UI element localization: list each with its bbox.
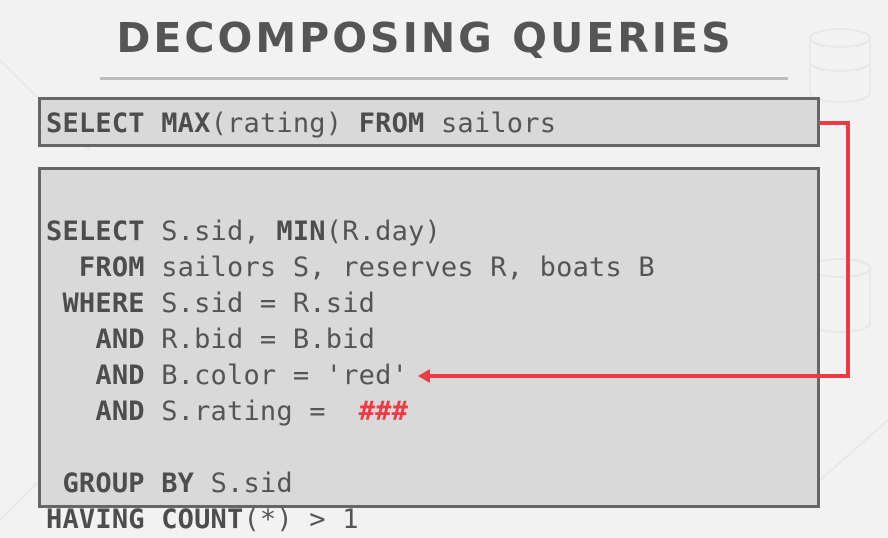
code-text: sailors S, reserves R, boats B [144,252,655,283]
code-text: (rating) [210,108,359,139]
code-text: B.color = 'red' [144,360,409,391]
code-line-group-by: GROUP BY S.sid [46,466,655,502]
slide-title: DECOMPOSING QUERIES [116,14,734,62]
code-text: S.rating = [144,396,359,427]
title-divider [100,77,788,80]
outer-query-box: SELECT MAX(rating) FROM sailors [38,97,820,147]
code-line-and-rating: AND S.rating = ### [46,394,655,430]
keyword: AND [46,324,145,355]
inner-query-code: SELECT S.sid, MIN(R.day) FROM sailors S,… [46,178,655,538]
keyword-select: SELECT [46,108,145,139]
code-line-and: AND R.bid = B.bid [46,322,655,358]
keyword-from: FROM [358,108,425,139]
code-line-where: WHERE S.sid = R.sid [46,286,655,322]
keyword: SELECT [46,216,145,247]
keyword: WHERE [46,288,145,319]
keyword: FROM [46,252,145,283]
code-text: S.sid = R.sid [144,288,376,319]
keyword: GROUP BY [46,468,195,499]
keyword: MIN [276,216,326,247]
code-line-from: FROM sailors S, reserves R, boats B [46,250,655,286]
code-text: S.sid, [144,216,277,247]
keyword-max: MAX [161,108,211,139]
code-text: (R.day) [325,216,441,247]
code-text: S.sid [194,468,293,499]
keyword: AND [46,396,145,427]
subquery-placeholder: ### [358,396,409,427]
inner-query-box: SELECT S.sid, MIN(R.day) FROM sailors S,… [38,167,820,535]
code-line-select: SELECT S.sid, MIN(R.day) [46,214,655,250]
outer-query-code: SELECT MAX(rating) FROM sailors [46,106,556,142]
code-text: (*) > 1 [243,504,359,535]
code-line-and: AND B.color = 'red' [46,358,655,394]
code-text: R.bid = B.bid [144,324,376,355]
keyword: AND [46,360,145,391]
keyword: HAVING COUNT [46,504,244,535]
code-line-having: HAVING COUNT(*) > 1 [46,502,655,538]
code-text: sailors [424,108,557,139]
